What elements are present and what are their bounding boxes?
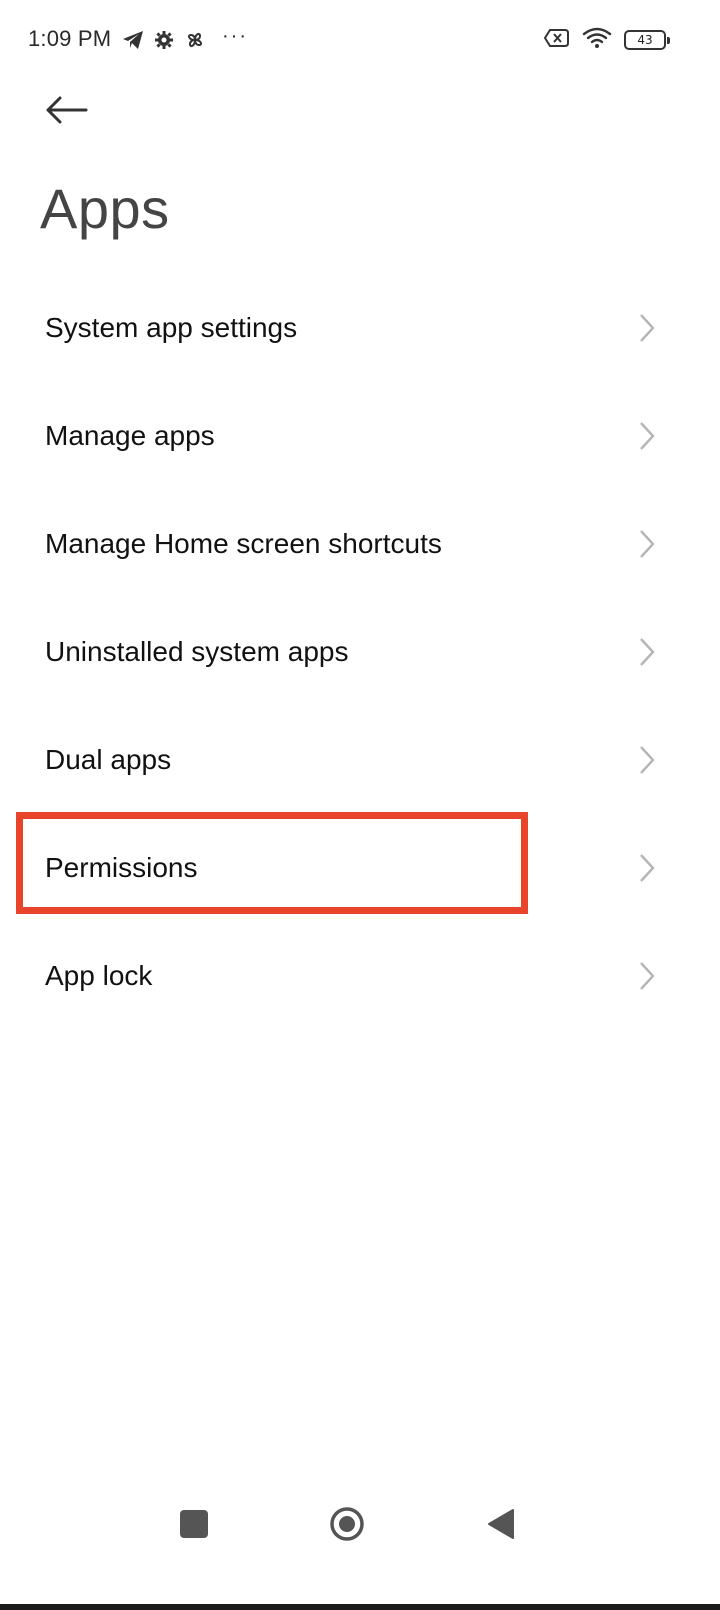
screen: 1:09 PM ··· 43 Apps System app settings … bbox=[0, 0, 720, 1610]
pinwheel-icon bbox=[184, 29, 206, 51]
battery-icon: 43 bbox=[624, 30, 670, 50]
chevron-right-icon bbox=[640, 854, 655, 882]
more-dots-icon: ··· bbox=[222, 24, 248, 47]
status-bar: 1:09 PM ··· 43 bbox=[0, 22, 720, 58]
battery-level: 43 bbox=[637, 33, 653, 47]
status-left-icons: ··· bbox=[122, 24, 248, 54]
list-item-label: Manage Home screen shortcuts bbox=[45, 528, 442, 559]
list-item-uninstalled-system-apps[interactable]: Uninstalled system apps bbox=[0, 598, 720, 706]
list-item-system-app-settings[interactable]: System app settings bbox=[0, 274, 720, 382]
list-item-label: System app settings bbox=[45, 312, 298, 343]
gear-icon bbox=[154, 30, 174, 50]
list-item-label: Manage apps bbox=[45, 420, 215, 451]
sim-no-signal-icon bbox=[543, 28, 570, 53]
telegram-icon bbox=[122, 30, 144, 50]
list-item-label: Dual apps bbox=[45, 744, 172, 775]
chevron-right-icon bbox=[640, 962, 655, 990]
chevron-right-icon bbox=[640, 314, 655, 342]
back-button[interactable] bbox=[40, 88, 92, 132]
settings-list: System app settings Manage apps Manage H… bbox=[0, 274, 720, 1030]
list-item-permissions[interactable]: Permissions bbox=[0, 814, 720, 922]
status-right-icons: 43 bbox=[543, 26, 670, 54]
chevron-right-icon bbox=[640, 746, 655, 774]
list-item-manage-apps[interactable]: Manage apps bbox=[0, 382, 720, 490]
page-title: Apps bbox=[40, 177, 170, 240]
home-button[interactable] bbox=[329, 1506, 365, 1542]
wifi-icon bbox=[582, 27, 612, 54]
nav-back-button[interactable] bbox=[487, 1508, 515, 1540]
triangle-back-icon bbox=[488, 1509, 514, 1539]
list-item-manage-home-screen-shortcuts[interactable]: Manage Home screen shortcuts bbox=[0, 490, 720, 598]
arrow-left-icon bbox=[46, 96, 88, 124]
list-item-dual-apps[interactable]: Dual apps bbox=[0, 706, 720, 814]
list-item-label: Uninstalled system apps bbox=[45, 636, 349, 667]
recents-button[interactable] bbox=[180, 1510, 208, 1538]
navigation-bar bbox=[0, 1488, 720, 1560]
list-item-label: Permissions bbox=[45, 852, 198, 883]
list-item-app-lock[interactable]: App lock bbox=[0, 922, 720, 1030]
bottom-edge bbox=[0, 1604, 720, 1610]
chevron-right-icon bbox=[640, 422, 655, 450]
chevron-right-icon bbox=[640, 638, 655, 666]
list-item-label: App lock bbox=[45, 960, 153, 991]
chevron-right-icon bbox=[640, 530, 655, 558]
status-time: 1:09 PM bbox=[28, 26, 112, 51]
home-circle-icon bbox=[330, 1507, 364, 1541]
